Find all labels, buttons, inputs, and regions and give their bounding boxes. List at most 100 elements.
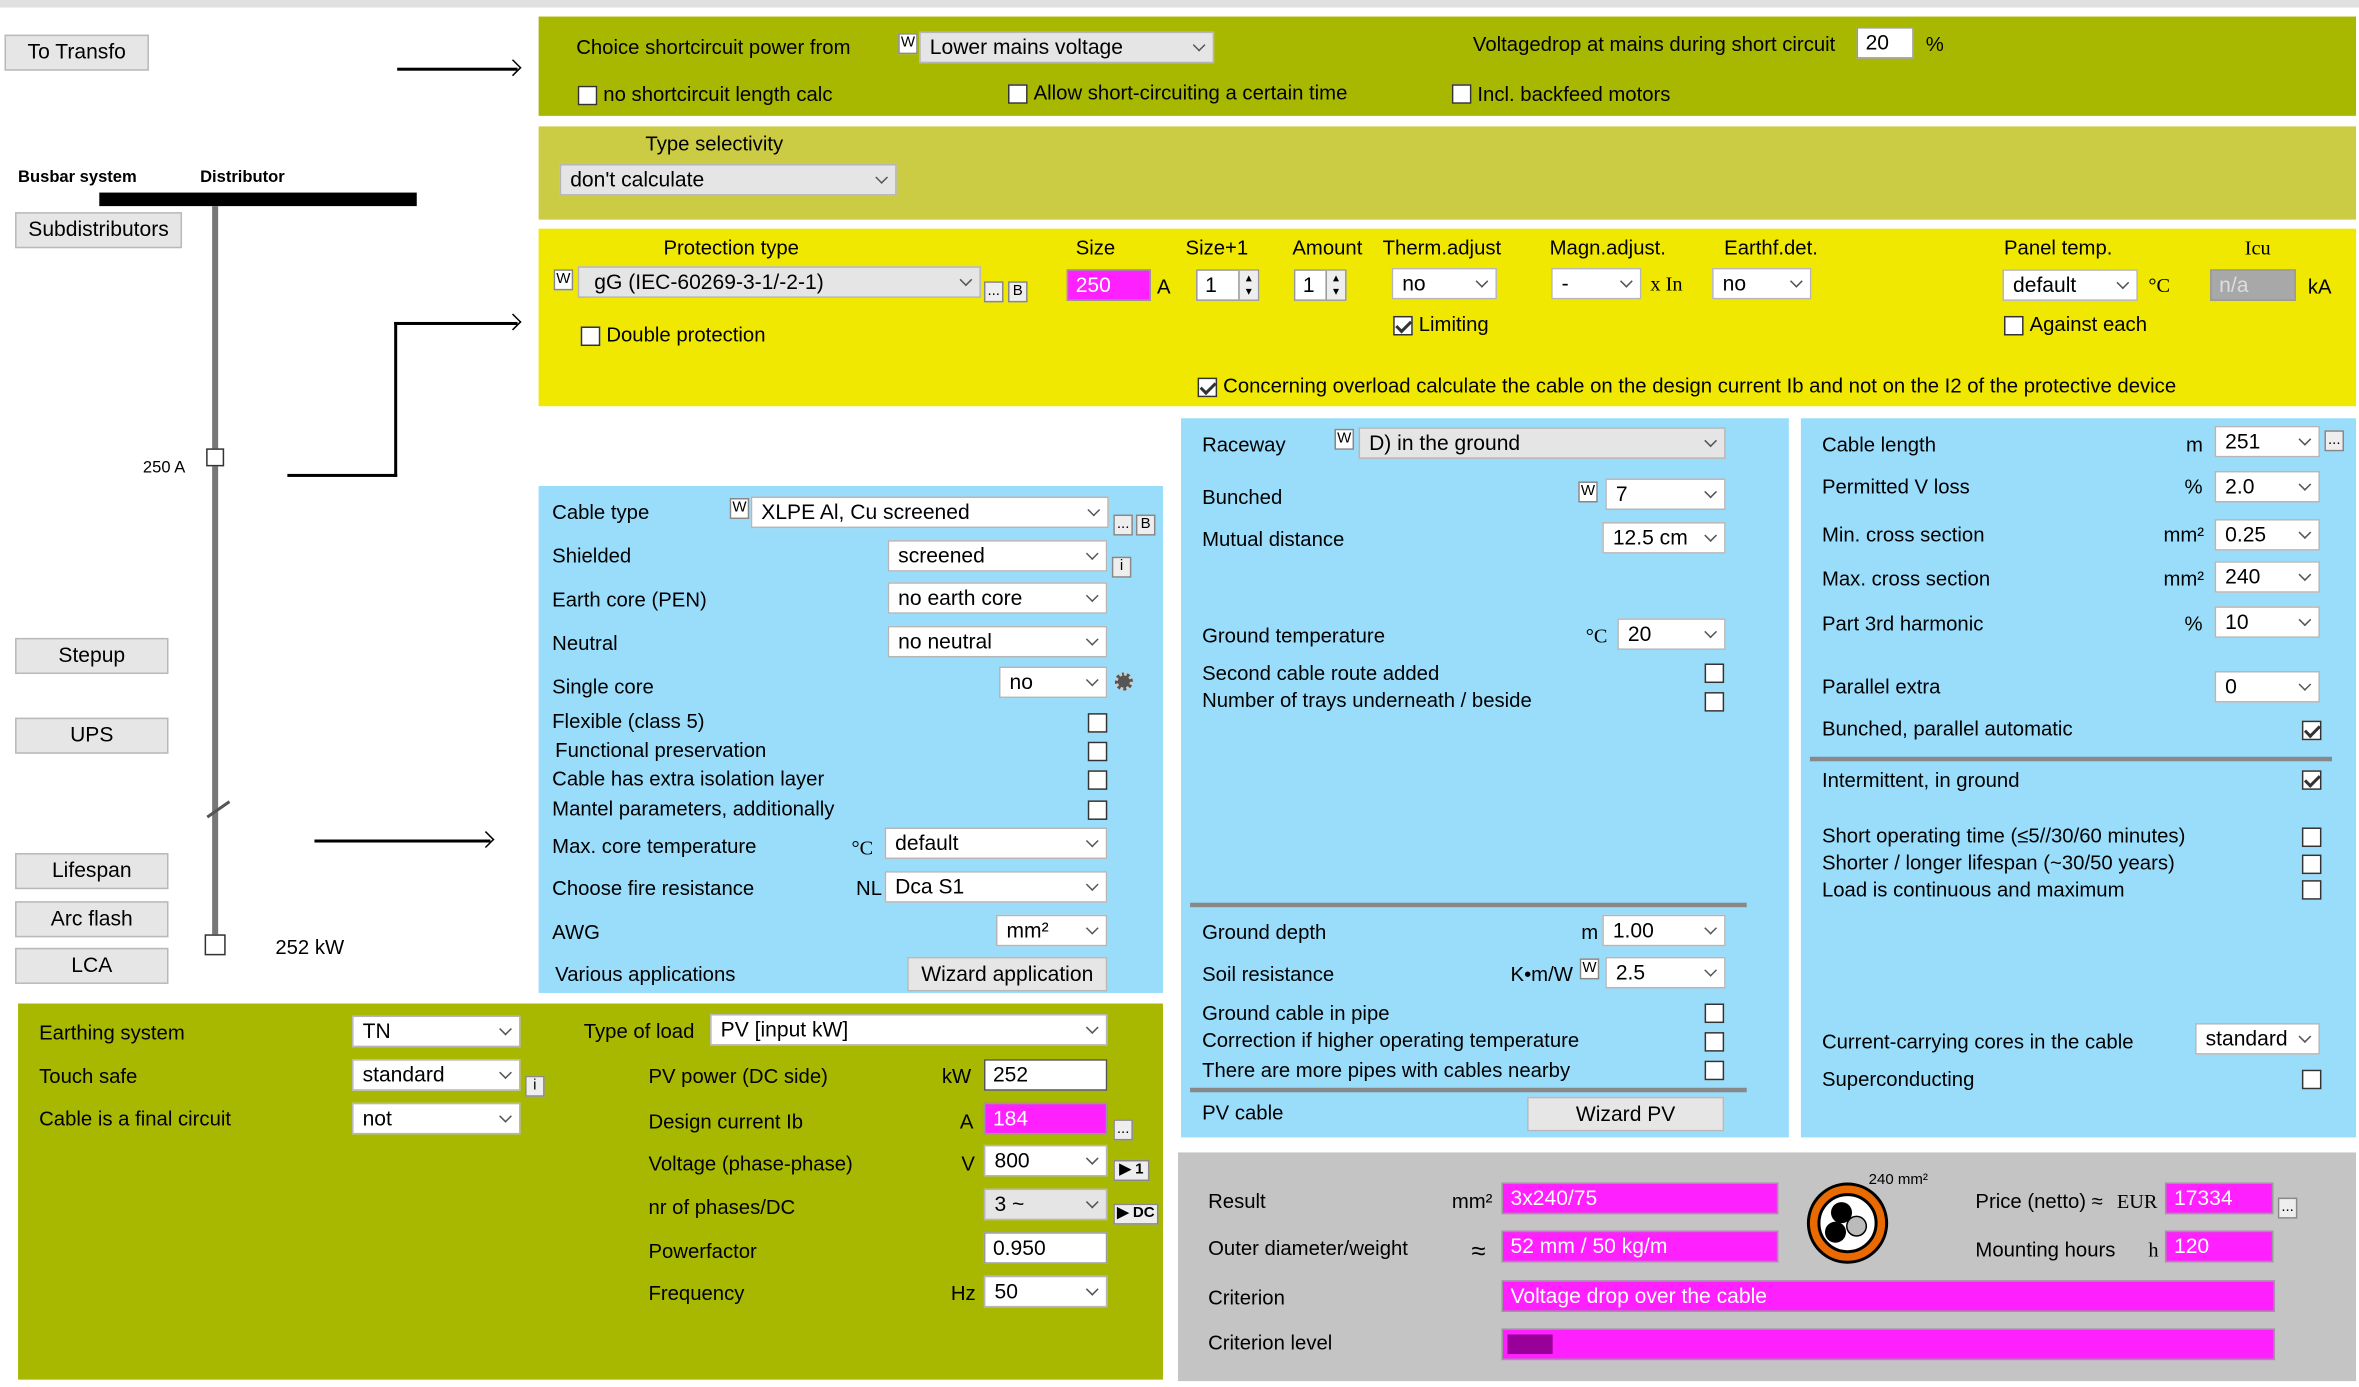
shortcircuit-choice-select[interactable]: Lower mains voltage — [919, 31, 1215, 64]
pv-cable-label: PV cable — [1202, 1101, 1284, 1124]
w-icon[interactable]: W — [1334, 428, 1355, 450]
more-pipes-checkbox[interactable] — [1704, 1060, 1725, 1081]
cable-length-more-button[interactable]: ... — [2324, 430, 2345, 452]
phases-select[interactable]: 3 ~ — [983, 1188, 1108, 1221]
touch-safe-select[interactable]: standard — [352, 1059, 521, 1091]
intermittent-checkbox[interactable] — [2301, 770, 2322, 790]
earthing-system-select[interactable]: TN — [352, 1015, 521, 1048]
wizard-application-button[interactable]: Wizard application — [907, 956, 1108, 992]
w-icon[interactable]: W — [1578, 481, 1598, 503]
voltage-1-button[interactable]: ▶ 1 — [1113, 1159, 1150, 1182]
functional-checkbox[interactable] — [1087, 741, 1108, 762]
pv-divider — [1190, 1087, 1747, 1093]
amount-label: Amount — [1292, 236, 1363, 259]
w-icon[interactable]: W — [1579, 958, 1600, 980]
w-icon[interactable]: W — [729, 497, 750, 520]
awg-select[interactable]: mm² — [995, 914, 1108, 947]
soil-resistance-select[interactable]: 2.5 — [1605, 956, 1726, 989]
neutral-select[interactable]: no neutral — [887, 625, 1108, 658]
bunched-select[interactable]: 7 — [1605, 478, 1726, 511]
amount-stepper[interactable]: 1 — [1293, 269, 1347, 301]
stepup-button[interactable]: Stepup — [15, 637, 169, 675]
trays-checkbox[interactable] — [1704, 692, 1725, 712]
protection-more-button[interactable]: ... — [983, 281, 1004, 303]
earthf-select[interactable]: no — [1712, 267, 1812, 300]
double-protection-checkbox[interactable] — [580, 326, 601, 347]
harmonic-select[interactable]: 10 — [2214, 606, 2320, 638]
phases-dc-button[interactable]: ▶ DC — [1113, 1203, 1159, 1225]
cable-length-select[interactable]: 251 — [2214, 425, 2320, 458]
to-transfo-button[interactable]: To Transfo — [4, 34, 149, 71]
continuous-checkbox[interactable] — [2301, 880, 2322, 900]
cable-more-button[interactable]: ... — [1113, 514, 1133, 536]
phases-label: nr of phases/DC — [648, 1196, 796, 1219]
ground-pipe-checkbox[interactable] — [1704, 1003, 1725, 1024]
protection-type-select[interactable]: gG (IEC-60269-3-1/-2-1) — [577, 266, 981, 298]
vloss-select[interactable]: 2.0 — [2214, 470, 2320, 503]
panel-temp-label: Panel temp. — [2003, 236, 2113, 259]
lifespan-option-checkbox[interactable] — [2301, 854, 2322, 875]
cable-type-select[interactable]: XLPE Al, Cu screened — [750, 496, 1109, 529]
arrow-to-shortcircuit — [397, 67, 518, 71]
min-cross-select[interactable]: 0.25 — [2214, 519, 2320, 551]
therm-select[interactable]: no — [1391, 267, 1497, 300]
correction-checkbox[interactable] — [1704, 1032, 1725, 1052]
cable-b-button[interactable]: B — [1135, 514, 1156, 536]
allow-time-checkbox[interactable] — [1008, 84, 1028, 104]
second-route-checkbox[interactable] — [1704, 663, 1725, 684]
bunched-auto-checkbox[interactable] — [2301, 720, 2322, 741]
bunched-auto-label: Bunched, parallel automatic — [1821, 717, 2073, 741]
w-icon[interactable]: W — [898, 33, 918, 55]
ground-temp-select[interactable]: 20 — [1617, 618, 1726, 650]
magn-select[interactable]: - — [1551, 267, 1642, 300]
size-input[interactable]: 250 — [1066, 269, 1151, 301]
size-unit: A — [1156, 275, 1171, 298]
protection-b-button[interactable]: B — [1008, 281, 1028, 303]
pv-power-input[interactable]: 252 — [983, 1059, 1108, 1091]
wizard-pv-button[interactable]: Wizard PV — [1527, 1096, 1725, 1132]
raceway-select[interactable]: D) in the ground — [1358, 427, 1726, 459]
price-more-button[interactable]: ... — [2277, 1197, 2298, 1219]
vdrop-input[interactable]: 20 — [1856, 27, 1914, 59]
frequency-select[interactable]: 50 — [983, 1275, 1108, 1308]
lca-button[interactable]: LCA — [15, 947, 169, 984]
subdistributors-button[interactable]: Subdistributors — [15, 212, 183, 249]
protection-connector-h1 — [287, 473, 398, 477]
max-core-temp-select[interactable]: default — [884, 827, 1108, 860]
max-cross-select[interactable]: 240 — [2214, 561, 2320, 593]
mantel-checkbox[interactable] — [1087, 800, 1108, 820]
type-of-load-select[interactable]: PV [input kW] — [710, 1014, 1108, 1046]
touch-safe-info-button[interactable]: i — [525, 1075, 545, 1097]
lifespan-button[interactable]: Lifespan — [15, 853, 169, 890]
mutual-distance-select[interactable]: 12.5 cm — [1602, 522, 1726, 554]
flexible-checkbox[interactable] — [1087, 713, 1108, 733]
cores-select[interactable]: standard — [2195, 1023, 2320, 1055]
short-time-checkbox[interactable] — [2301, 827, 2322, 848]
arrow-to-protection — [394, 321, 518, 325]
backfeed-checkbox[interactable] — [1451, 84, 1472, 104]
outer-diameter-label: Outer diameter/weight — [1208, 1236, 1408, 1260]
against-each-checkbox[interactable] — [2003, 315, 2024, 336]
powerfactor-input[interactable]: 0.950 — [983, 1232, 1108, 1264]
panel-temp-select[interactable]: default — [2002, 269, 2138, 301]
shielded-info-button[interactable]: i — [1111, 556, 1132, 578]
design-current-more-button[interactable]: ... — [1113, 1119, 1133, 1141]
w-icon[interactable]: W — [553, 269, 574, 291]
earth-core-select[interactable]: no earth core — [887, 582, 1108, 614]
final-circuit-select[interactable]: not — [352, 1102, 521, 1135]
single-core-select[interactable]: no — [998, 666, 1108, 699]
size1-stepper[interactable]: 1 — [1196, 269, 1260, 301]
voltage-select[interactable]: 800 — [983, 1144, 1108, 1177]
extra-isolation-checkbox[interactable] — [1087, 770, 1108, 790]
selectivity-select[interactable]: don't calculate — [559, 163, 897, 196]
arc-flash-button[interactable]: Arc flash — [15, 901, 169, 938]
ups-button[interactable]: UPS — [15, 717, 169, 754]
overload-checkbox[interactable] — [1197, 377, 1218, 398]
ground-depth-select[interactable]: 1.00 — [1602, 914, 1726, 947]
no-length-calc-checkbox[interactable] — [577, 85, 598, 106]
shielded-select[interactable]: screened — [887, 540, 1108, 572]
parallel-extra-select[interactable]: 0 — [2214, 671, 2320, 703]
fire-resistance-select[interactable]: Dca S1 — [884, 871, 1108, 903]
limiting-checkbox[interactable] — [1393, 315, 1413, 336]
superconducting-checkbox[interactable] — [2301, 1069, 2322, 1090]
